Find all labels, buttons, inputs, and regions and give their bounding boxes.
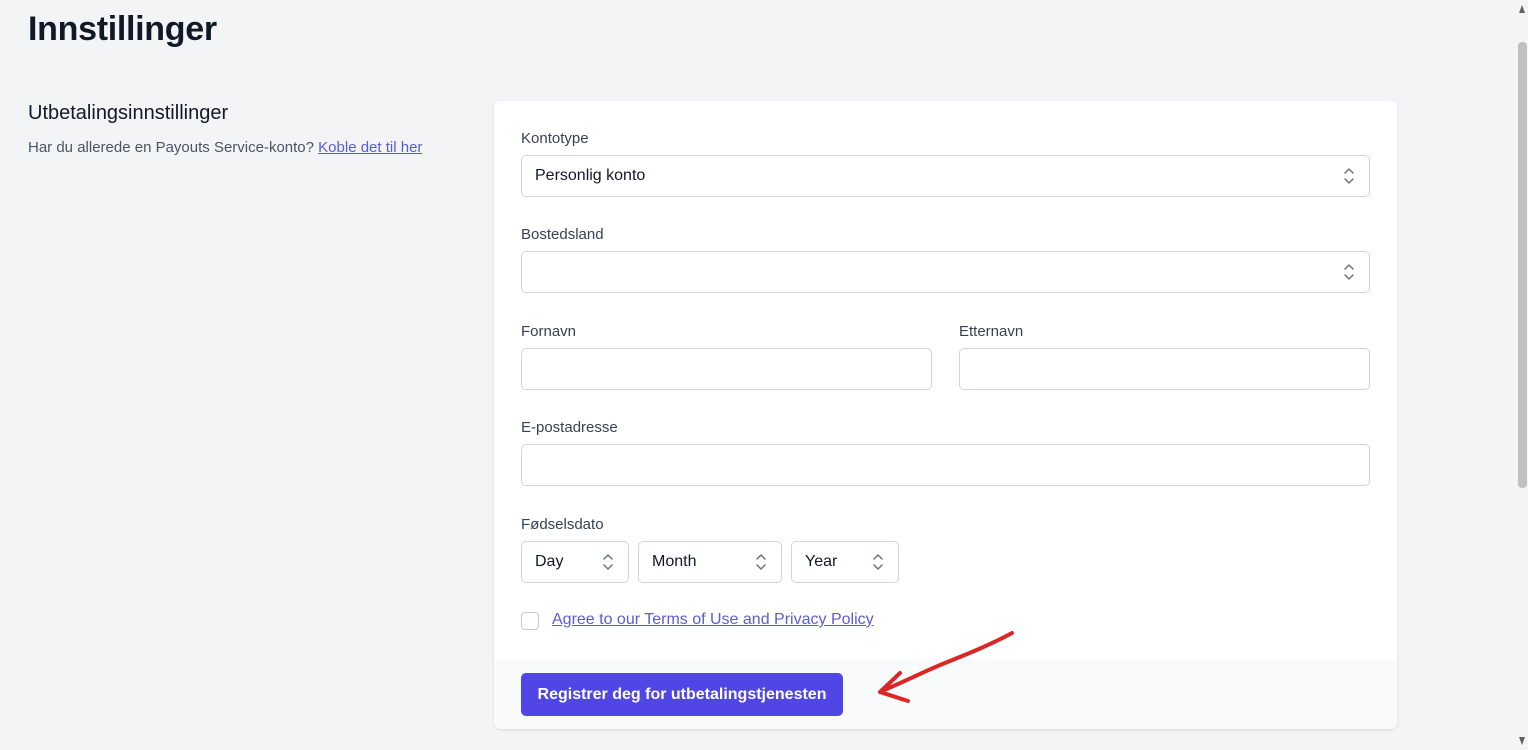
select-chevrons-icon bbox=[1344, 168, 1354, 184]
scroll-down-arrow-icon[interactable] bbox=[1518, 736, 1526, 746]
account-type-label: Kontotype bbox=[521, 130, 589, 147]
select-chevrons-icon bbox=[756, 554, 766, 570]
scrollbar[interactable] bbox=[1516, 0, 1528, 750]
select-chevrons-icon bbox=[873, 554, 883, 570]
birthdate-label: Fødselsdato bbox=[521, 516, 604, 533]
section-description-text: Har du allerede en Payouts Service-konto… bbox=[28, 139, 314, 156]
page-title: Innstillinger bbox=[28, 10, 217, 48]
scroll-thumb[interactable] bbox=[1518, 42, 1527, 488]
country-label: Bostedsland bbox=[521, 226, 604, 243]
section-title: Utbetalingsinnstillinger bbox=[28, 102, 229, 124]
birth-year-select[interactable]: Year bbox=[791, 541, 899, 583]
first-name-label: Fornavn bbox=[521, 323, 577, 340]
birth-month-value: Month bbox=[652, 553, 697, 570]
last-name-input[interactable] bbox=[959, 348, 1370, 390]
first-name-input[interactable] bbox=[521, 348, 932, 390]
terms-checkbox[interactable] bbox=[521, 612, 539, 630]
email-label: E-postadresse bbox=[521, 419, 618, 436]
register-payout-button[interactable]: Registrer deg for utbetalingstjenesten bbox=[521, 673, 843, 716]
annotation-arrow-icon bbox=[878, 631, 1014, 703]
section-description: Har du allerede en Payouts Service-konto… bbox=[28, 137, 458, 159]
last-name-label: Etternavn bbox=[959, 323, 1024, 340]
birth-day-value: Day bbox=[535, 553, 564, 570]
account-type-value: Personlig konto bbox=[535, 167, 646, 184]
birth-month-select[interactable]: Month bbox=[638, 541, 782, 583]
account-type-select[interactable]: Personlig konto bbox=[521, 155, 1370, 197]
scroll-up-arrow-icon[interactable] bbox=[1518, 4, 1526, 14]
section-info: Utbetalingsinnstillinger Har du allerede… bbox=[28, 102, 458, 159]
select-chevrons-icon bbox=[1344, 264, 1354, 280]
email-input[interactable] bbox=[521, 444, 1370, 486]
birth-day-select[interactable]: Day bbox=[521, 541, 629, 583]
connect-account-link[interactable]: Koble det til her bbox=[318, 139, 422, 156]
country-select[interactable] bbox=[521, 251, 1370, 293]
terms-link[interactable]: Agree to our Terms of Use and Privacy Po… bbox=[552, 611, 874, 629]
birth-year-value: Year bbox=[805, 553, 838, 570]
select-chevrons-icon bbox=[603, 554, 613, 570]
